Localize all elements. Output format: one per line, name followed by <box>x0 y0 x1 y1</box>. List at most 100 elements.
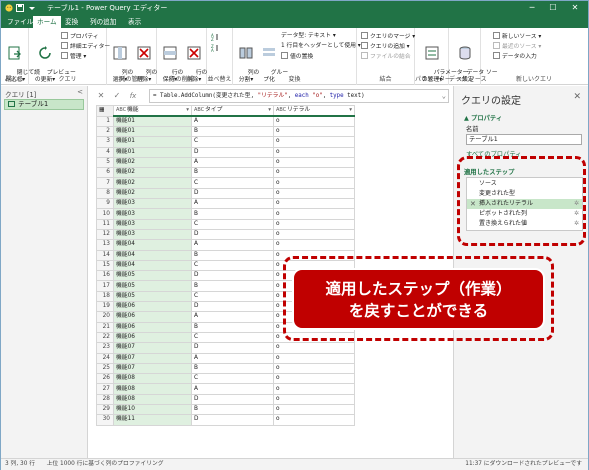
row-number[interactable]: 18 <box>96 290 114 303</box>
table-cell[interactable]: o <box>273 115 355 127</box>
row-number[interactable]: 7 <box>96 177 114 189</box>
row-number[interactable]: 22 <box>96 331 114 344</box>
row-number[interactable]: 30 <box>96 414 114 426</box>
table-cell[interactable]: B <box>191 321 274 333</box>
filter-dropdown-icon[interactable]: ▾ <box>268 106 271 114</box>
formula-input[interactable]: = Table.AddColumn(変更された型, "リテラル", each "… <box>149 89 449 103</box>
merge-queries-button[interactable]: クエリのマージ ▾ <box>361 32 415 41</box>
table-cell[interactable]: B <box>191 362 274 375</box>
save-icon[interactable] <box>16 4 24 12</box>
table-cell[interactable]: o <box>273 228 355 241</box>
table-cell[interactable]: o <box>273 146 355 158</box>
row-number[interactable]: 27 <box>96 383 114 395</box>
table-cell[interactable]: o <box>273 362 355 375</box>
table-cell[interactable]: 機能05 <box>113 280 192 292</box>
table-cell[interactable]: 機能07 <box>113 362 192 375</box>
row-number[interactable]: 29 <box>96 404 114 416</box>
table-cell[interactable]: 機能06 <box>113 321 192 333</box>
properties-section-header[interactable]: ▲ プロパティ <box>464 113 502 122</box>
table-cell[interactable]: 機能01 <box>113 125 192 138</box>
table-cell[interactable]: 機能01 <box>113 136 192 148</box>
table-cell[interactable]: o <box>273 342 355 354</box>
sort-ascending-icon[interactable]: AZ <box>211 33 219 41</box>
table-cell[interactable]: D <box>191 393 274 406</box>
smiley-icon[interactable] <box>5 4 13 12</box>
dropdown-icon[interactable] <box>28 4 36 12</box>
manage-button[interactable]: 管理 ▾ <box>61 52 86 61</box>
table-cell[interactable]: D <box>191 146 274 158</box>
row-number[interactable]: 21 <box>96 321 114 333</box>
data-type-button[interactable]: データ型: テキスト ▾ <box>281 32 336 40</box>
table-cell[interactable]: C <box>191 290 274 303</box>
new-source-button[interactable]: 新しいソース ▾ <box>493 32 541 41</box>
table-cell[interactable]: A <box>191 383 274 395</box>
row-number[interactable]: 20 <box>96 311 114 323</box>
table-cell[interactable]: 機能06 <box>113 311 192 323</box>
table-cell[interactable]: 機能03 <box>113 228 192 241</box>
row-number[interactable]: 4 <box>96 146 114 158</box>
table-cell[interactable]: A <box>191 239 274 251</box>
table-cell[interactable]: B <box>191 280 274 292</box>
minimize-button[interactable]: ─ <box>525 2 539 14</box>
row-number[interactable]: 19 <box>96 301 114 313</box>
table-cell[interactable]: C <box>191 331 274 344</box>
advanced-editor-button[interactable]: 詳細エディター <box>61 42 110 51</box>
row-number[interactable]: 6 <box>96 167 114 179</box>
table-cell[interactable]: C <box>191 259 274 272</box>
fx-icon[interactable]: fx <box>127 90 139 102</box>
tab-home[interactable]: ホーム <box>33 16 61 28</box>
row-number[interactable]: 14 <box>96 249 114 261</box>
query-name-input[interactable]: テーブル1 <box>466 134 582 145</box>
row-number[interactable]: 24 <box>96 352 114 364</box>
tab-view[interactable]: 表示 <box>124 16 145 28</box>
table-cell[interactable]: 機能03 <box>113 198 192 210</box>
row-number[interactable]: 10 <box>96 208 114 220</box>
collapse-chevron-icon[interactable]: < <box>77 88 83 96</box>
table-cell[interactable]: B <box>191 404 274 416</box>
table-cell[interactable]: C <box>191 177 274 189</box>
row-number[interactable]: 16 <box>96 270 114 282</box>
row-number[interactable]: 28 <box>96 393 114 406</box>
type-icon[interactable]: ABC <box>194 106 204 114</box>
table-cell[interactable]: o <box>273 187 355 200</box>
properties-button[interactable]: プロパティ <box>61 32 99 41</box>
close-icon[interactable]: ✕ <box>573 92 581 102</box>
sort-descending-icon[interactable]: ZA <box>211 44 219 52</box>
tab-add-column[interactable]: 列の追加 <box>86 16 120 28</box>
table-cell[interactable]: A <box>191 311 274 323</box>
row-number[interactable]: 3 <box>96 136 114 148</box>
table-cell[interactable]: 機能02 <box>113 177 192 189</box>
replace-values-button[interactable]: 値の置換 <box>281 52 313 61</box>
type-icon[interactable]: ABC <box>276 106 286 114</box>
table-cell[interactable]: 機能07 <box>113 342 192 354</box>
row-number[interactable]: 11 <box>96 218 114 230</box>
row-number[interactable]: 5 <box>96 156 114 169</box>
row-number[interactable]: 1 <box>96 115 114 127</box>
table-cell[interactable]: A <box>191 352 274 364</box>
use-first-row-button[interactable]: 1 行目をヘッダーとして使用 ▾ <box>281 42 361 50</box>
row-number[interactable]: 25 <box>96 362 114 375</box>
table-cell[interactable]: A <box>191 115 274 127</box>
table-cell[interactable]: B <box>191 208 274 220</box>
table-cell[interactable]: 機能04 <box>113 259 192 272</box>
table-cell[interactable]: o <box>273 156 355 169</box>
table-cell[interactable]: o <box>273 393 355 406</box>
append-queries-button[interactable]: クエリの追加 ▾ <box>361 42 410 51</box>
table-cell[interactable]: 機能11 <box>113 414 192 426</box>
filter-dropdown-icon[interactable]: ▾ <box>186 106 189 114</box>
table-cell[interactable]: 機能06 <box>113 331 192 344</box>
table-cell[interactable]: 機能05 <box>113 290 192 303</box>
table-cell[interactable]: o <box>273 136 355 148</box>
type-icon[interactable]: ABC <box>116 106 126 114</box>
table-cell[interactable]: D <box>191 228 274 241</box>
table-cell[interactable]: o <box>273 177 355 189</box>
table-cell[interactable]: 機能08 <box>113 373 192 385</box>
table-cell[interactable]: o <box>273 352 355 364</box>
table-cell[interactable]: D <box>191 414 274 426</box>
table-cell[interactable]: 機能02 <box>113 187 192 200</box>
enter-data-button[interactable]: データの入力 <box>493 52 537 61</box>
tab-transform[interactable]: 変換 <box>61 16 82 28</box>
table-cell[interactable]: C <box>191 136 274 148</box>
table-cell[interactable]: o <box>273 373 355 385</box>
table-cell[interactable]: D <box>191 187 274 200</box>
